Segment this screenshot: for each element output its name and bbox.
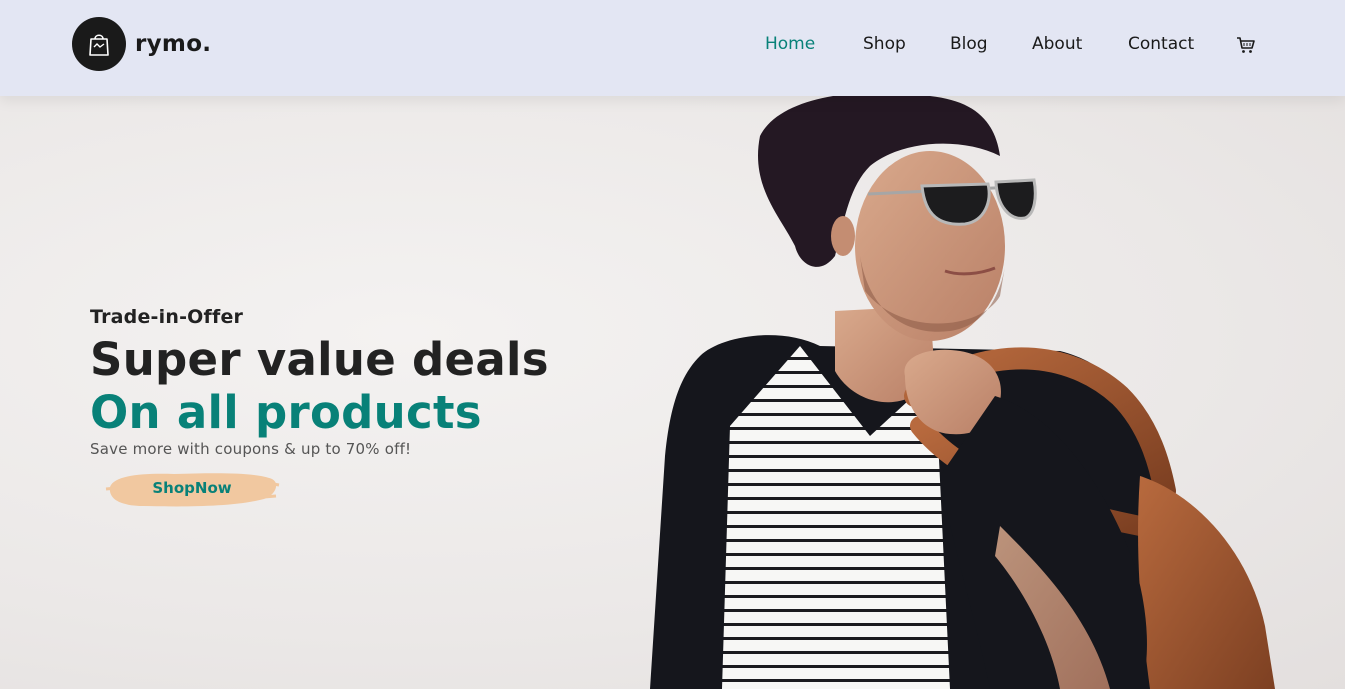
nav-item-contact[interactable]: Contact — [1128, 34, 1194, 54]
brand-name: rymo. — [135, 31, 212, 57]
cart-icon[interactable] — [1236, 36, 1256, 54]
hero-copy: Trade-in-Offer Super value deals On all … — [90, 306, 549, 458]
hero-subtext: Save more with coupons & up to 70% off! — [90, 440, 412, 458]
nav-item-blog[interactable]: Blog — [950, 34, 988, 54]
hero-headline: Super value deals — [90, 333, 549, 386]
nav-item-about[interactable]: About — [1032, 34, 1082, 54]
brand-logo[interactable]: rymo. — [72, 17, 211, 71]
site-header: rymo. Home Shop Blog About Contact — [0, 0, 1345, 96]
nav-item-home[interactable]: Home — [765, 34, 815, 54]
shopping-bag-icon — [72, 17, 126, 71]
shop-now-button[interactable]: ShopNow — [104, 467, 280, 509]
shop-now-label: ShopNow — [152, 479, 232, 497]
hero-headline-accent: On all products — [90, 386, 482, 439]
offer-tag: Trade-in-Offer — [90, 306, 244, 328]
nav-item-shop[interactable]: Shop — [863, 34, 906, 54]
hero-banner: Trade-in-Offer Super value deals On all … — [0, 96, 1345, 689]
